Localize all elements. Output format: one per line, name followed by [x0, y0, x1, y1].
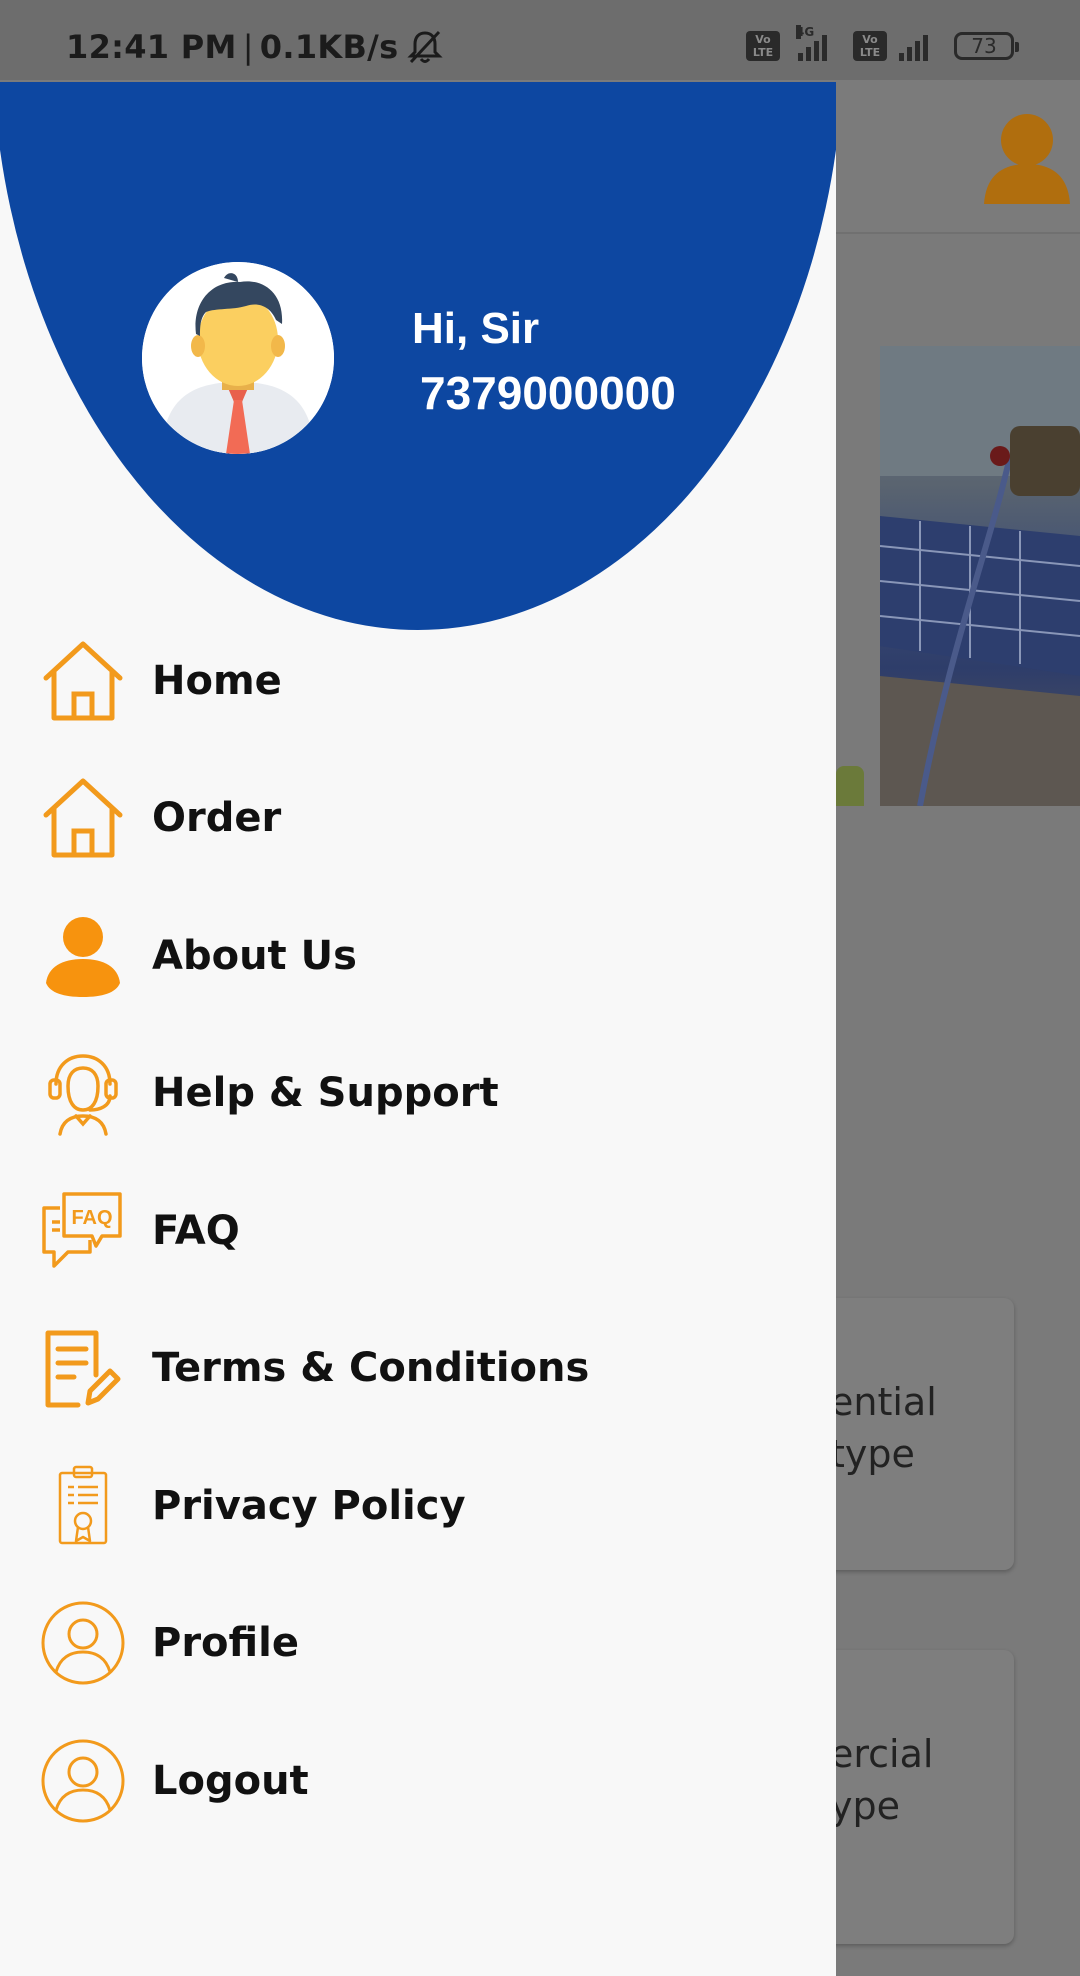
- menu-label-profile: Profile: [152, 1620, 300, 1666]
- card1-line2: type: [830, 1432, 915, 1476]
- background-card-commercial: ercial ype: [820, 1650, 1014, 1944]
- user-avatar[interactable]: [142, 262, 334, 454]
- menu-label-order: Order: [152, 795, 282, 841]
- menu-item-about-us[interactable]: About Us: [0, 901, 836, 1011]
- volte-icon: Vo LTE: [746, 31, 780, 61]
- menu-item-home[interactable]: Home: [0, 626, 836, 736]
- solar-banner-image: [880, 346, 1080, 806]
- signal-icon-2: [899, 31, 928, 61]
- menu-item-privacy-policy[interactable]: Privacy Policy: [0, 1451, 836, 1561]
- status-right: Vo LTE 4G Vo LTE 73: [746, 25, 1019, 66]
- background-card-residential: ential type: [820, 1298, 1014, 1570]
- headset-icon: [48, 1054, 118, 1136]
- status-speed: 0.1KB/s: [259, 28, 399, 66]
- account-icon: [984, 114, 1070, 204]
- status-time: 12:41 PM: [66, 28, 237, 66]
- card2-line1: ercial: [830, 1732, 934, 1776]
- menu-item-profile[interactable]: Profile: [0, 1588, 836, 1698]
- document-edit-icon: [45, 1330, 121, 1408]
- user-circle-icon: [41, 1739, 125, 1823]
- home-icon: [43, 641, 123, 721]
- menu-label-home: Home: [152, 658, 282, 704]
- status-bar: 12:41 PM | 0.1KB/s Vo LTE 4G Vo LTE 73: [0, 0, 1080, 80]
- greeting-text: Hi, Sir: [412, 304, 540, 353]
- person-icon: [46, 917, 120, 997]
- menu-label-about-us: About Us: [152, 933, 357, 979]
- signal-icon: 4G: [796, 25, 827, 61]
- network-type: 4G: [796, 25, 815, 39]
- navigation-drawer: Hi, Sir 7379000000 Home Order About Us H…: [0, 82, 836, 1976]
- card2-line2: ype: [830, 1784, 900, 1828]
- menu-label-privacy-policy: Privacy Policy: [152, 1483, 466, 1529]
- user-phone: 7379000000: [420, 367, 676, 419]
- status-left: 12:41 PM | 0.1KB/s: [66, 28, 445, 66]
- drawer-header-background: [0, 82, 836, 630]
- menu-item-logout[interactable]: Logout: [0, 1726, 836, 1836]
- status-separator: |: [242, 28, 254, 66]
- volte-icon-2: Vo LTE: [853, 31, 887, 61]
- menu-item-order[interactable]: Order: [0, 763, 836, 873]
- businessman-avatar-icon: [142, 262, 334, 454]
- home-icon: [43, 778, 123, 858]
- menu-label-logout: Logout: [152, 1758, 309, 1804]
- menu-label-faq: FAQ: [152, 1208, 240, 1254]
- background-decoration: [836, 766, 864, 806]
- clipboard-icon: [58, 1465, 108, 1545]
- svg-text:FAQ: FAQ: [71, 1207, 112, 1229]
- battery-icon: 73: [954, 32, 1019, 60]
- user-circle-icon: [41, 1601, 125, 1685]
- menu-item-terms[interactable]: Terms & Conditions: [0, 1313, 836, 1423]
- menu-label-terms: Terms & Conditions: [152, 1345, 590, 1391]
- bell-off-icon: [406, 30, 443, 64]
- menu-item-help-support[interactable]: Help & Support: [0, 1038, 836, 1148]
- faq-icon: FAQ: [42, 1192, 122, 1268]
- menu-label-help-support: Help & Support: [152, 1070, 499, 1116]
- card1-line1: ential: [830, 1380, 937, 1424]
- battery-level: 73: [971, 34, 997, 58]
- menu-item-faq[interactable]: FAQ FAQ: [0, 1176, 836, 1286]
